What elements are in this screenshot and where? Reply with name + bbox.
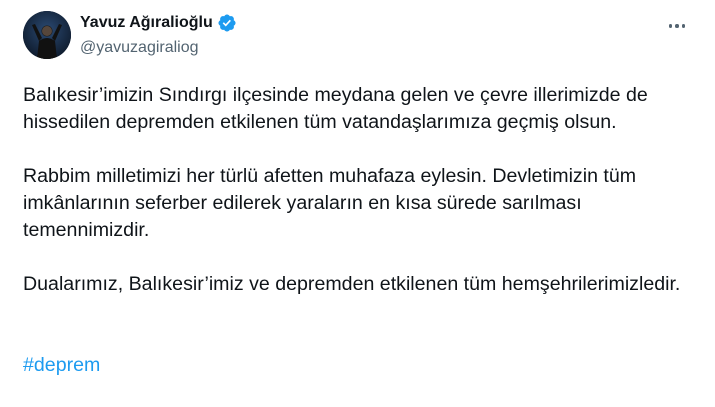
more-dot <box>668 24 673 28</box>
tweet-hashtag-line: #deprem <box>23 352 703 379</box>
tweet-text: Balıkesir’imizin Sındırgı ilçesinde meyd… <box>23 82 703 379</box>
tweet-paragraph: Dualarımız, Balıkesir’imiz ve depremden … <box>23 273 681 295</box>
tweet-paragraph: Balıkesir’imizin Sındırgı ilçesinde meyd… <box>23 84 648 133</box>
author-name-row[interactable]: Yavuz Ağıralioğlu <box>80 12 237 34</box>
avatar[interactable] <box>23 11 71 59</box>
more-options-icon[interactable] <box>665 18 689 34</box>
more-dot <box>675 24 679 28</box>
author-display-name[interactable]: Yavuz Ağıralioğlu <box>80 13 213 33</box>
tweet-card: Yavuz Ağıralioğlu @yavuzagiraliog Balıke… <box>0 0 715 407</box>
avatar-image <box>23 11 71 59</box>
tweet-paragraph: Rabbim milletimizi her türlü afetten muh… <box>23 165 637 241</box>
verified-badge-icon <box>217 13 237 33</box>
author-handle[interactable]: @yavuzagiraliog <box>80 38 199 58</box>
hashtag-link[interactable]: #deprem <box>23 354 100 376</box>
more-dot <box>681 24 686 28</box>
